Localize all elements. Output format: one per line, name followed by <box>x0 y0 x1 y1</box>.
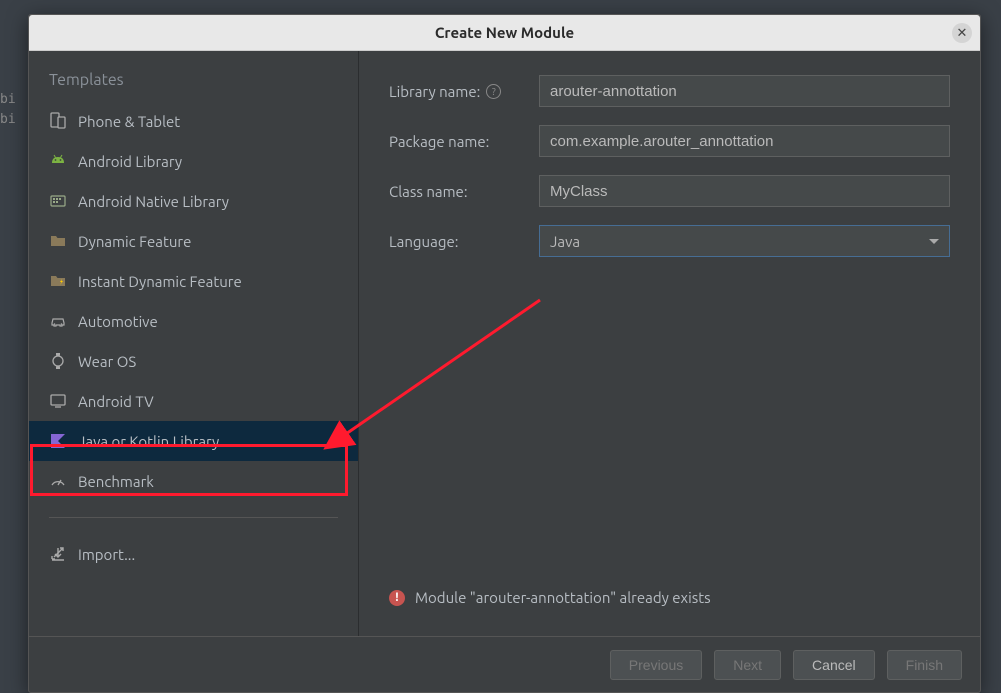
sidebar-item-label: Wear OS <box>78 353 136 370</box>
language-select[interactable]: Java <box>539 225 950 257</box>
sidebar-item-label: Android Native Library <box>78 193 229 210</box>
kotlin-icon <box>49 432 67 450</box>
class-name-label: Class name: <box>389 183 539 200</box>
sidebar-item-android-library[interactable]: Android Library <box>29 141 358 181</box>
sidebar-item-label: Phone & Tablet <box>78 113 180 130</box>
sidebar-item-phone-tablet[interactable]: Phone & Tablet <box>29 101 358 141</box>
error-message: Module "arouter-annottation" already exi… <box>415 589 711 606</box>
close-button[interactable]: ✕ <box>952 23 972 43</box>
background-text: bi bi <box>0 90 16 130</box>
close-icon: ✕ <box>957 26 968 41</box>
chevron-down-icon <box>929 239 939 244</box>
sidebar-item-label: Java or Kotlin Library <box>78 433 219 450</box>
sidebar-item-instant-dynamic[interactable]: Instant Dynamic Feature <box>29 261 358 301</box>
language-row: Language: Java <box>389 225 950 257</box>
sidebar-item-automotive[interactable]: Automotive <box>29 301 358 341</box>
sidebar-item-import[interactable]: Import... <box>29 534 358 574</box>
package-name-row: Package name: <box>389 125 950 157</box>
sidebar-item-label: Benchmark <box>78 473 154 490</box>
sidebar-item-label: Android TV <box>78 393 154 410</box>
library-name-input[interactable] <box>539 75 950 107</box>
library-name-row: Library name: ? <box>389 75 950 107</box>
sidebar-item-label: Dynamic Feature <box>78 233 191 250</box>
phone-tablet-icon <box>49 112 67 130</box>
cancel-button[interactable]: Cancel <box>793 650 875 680</box>
form-content: Library name: ? Package name: Class name… <box>359 51 980 636</box>
create-module-dialog: Create New Module ✕ Templates Phone & Ta… <box>28 14 981 693</box>
native-icon <box>49 192 67 210</box>
error-icon: ! <box>389 590 405 606</box>
package-name-input[interactable] <box>539 125 950 157</box>
package-name-label: Package name: <box>389 133 539 150</box>
android-icon <box>49 152 67 170</box>
car-icon <box>49 312 67 330</box>
dialog-body: Templates Phone & Tablet Android Library… <box>29 51 980 636</box>
sidebar-item-label: Instant Dynamic Feature <box>78 273 242 290</box>
previous-button[interactable]: Previous <box>610 650 702 680</box>
help-icon[interactable]: ? <box>486 84 501 99</box>
sidebar-title: Templates <box>29 71 358 101</box>
library-name-label: Library name: ? <box>389 83 539 100</box>
sidebar-item-label: Import... <box>78 546 135 563</box>
gauge-icon <box>49 472 67 490</box>
folder-bolt-icon <box>49 272 67 290</box>
sidebar-item-label: Android Library <box>78 153 182 170</box>
language-label: Language: <box>389 233 539 250</box>
sidebar-divider <box>49 517 338 518</box>
sidebar-item-android-native[interactable]: Android Native Library <box>29 181 358 221</box>
sidebar-item-label: Automotive <box>78 313 158 330</box>
dialog-footer: Previous Next Cancel Finish <box>29 636 980 692</box>
sidebar-item-android-tv[interactable]: Android TV <box>29 381 358 421</box>
watch-icon <box>49 352 67 370</box>
sidebar-item-dynamic-feature[interactable]: Dynamic Feature <box>29 221 358 261</box>
sidebar-item-benchmark[interactable]: Benchmark <box>29 461 358 501</box>
sidebar-item-wear-os[interactable]: Wear OS <box>29 341 358 381</box>
import-icon <box>49 545 67 563</box>
finish-button[interactable]: Finish <box>887 650 962 680</box>
error-row: ! Module "arouter-annottation" already e… <box>389 589 950 606</box>
class-name-input[interactable] <box>539 175 950 207</box>
dialog-title: Create New Module <box>435 24 574 41</box>
titlebar: Create New Module ✕ <box>29 15 980 51</box>
language-value: Java <box>550 233 580 250</box>
sidebar-item-java-kotlin[interactable]: Java or Kotlin Library <box>29 421 358 461</box>
folder-icon <box>49 232 67 250</box>
tv-icon <box>49 392 67 410</box>
class-name-row: Class name: <box>389 175 950 207</box>
next-button[interactable]: Next <box>714 650 781 680</box>
templates-sidebar: Templates Phone & Tablet Android Library… <box>29 51 359 636</box>
